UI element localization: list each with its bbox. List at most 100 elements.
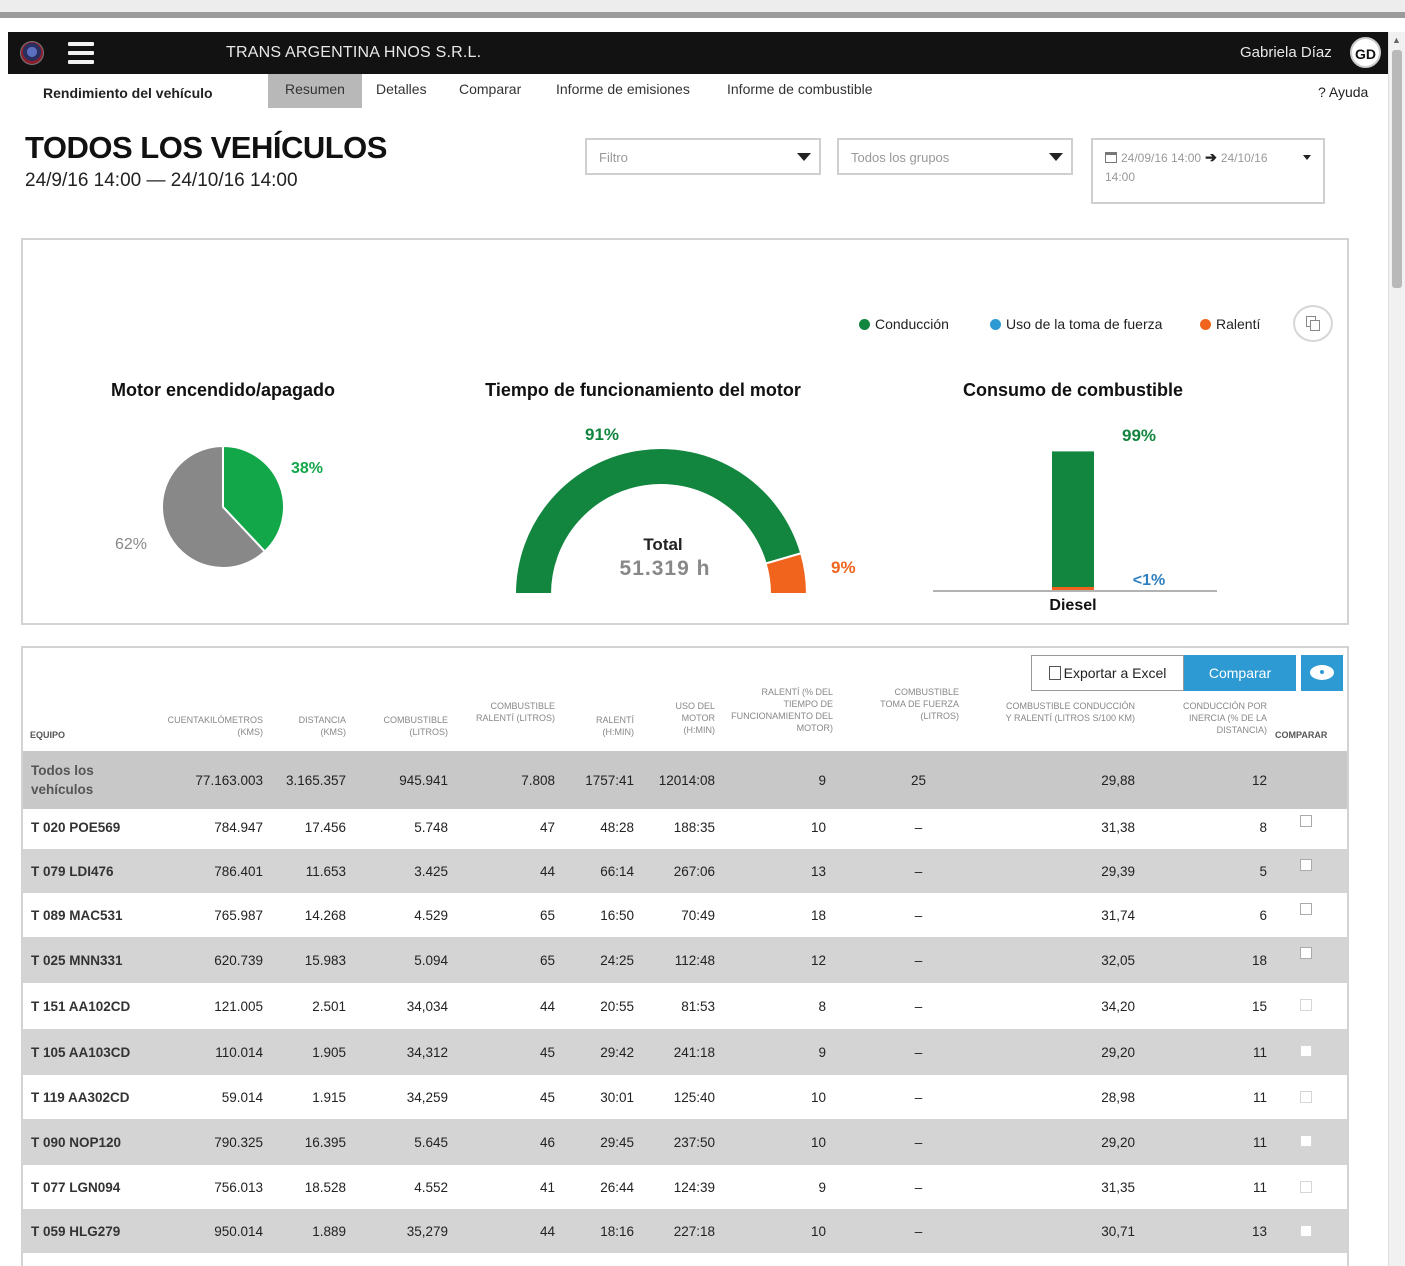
cell-uso-motor: 188:35 [673, 819, 715, 835]
page-date-range: 24/9/16 14:00 — 24/10/16 14:00 [25, 170, 298, 191]
bar-diesel-conduccion [1052, 451, 1094, 587]
cell-toma-fuerza: 25 [910, 772, 927, 788]
cell-toma-fuerza: – [914, 952, 923, 968]
cell-combustible-ralenti: 65 [539, 907, 555, 923]
cell-ralenti: 30:01 [600, 1089, 634, 1105]
tab-detalles[interactable]: Detalles [362, 74, 441, 108]
cell-conduccion-ralenti: 29,20 [1101, 1134, 1135, 1150]
cell-inercia: 11 [1252, 1044, 1267, 1060]
cell-ralenti: 1757:41 [585, 772, 634, 788]
brand-logo [20, 41, 44, 65]
cell-combustible: 4.529 [414, 907, 448, 923]
tab-informe-emisiones[interactable]: Informe de emisiones [542, 74, 704, 108]
export-excel-label: Exportar a Excel [1063, 665, 1167, 681]
compare-checkbox[interactable] [1300, 1091, 1312, 1103]
cell-ralenti-pct: 12 [810, 952, 826, 968]
cell-distancia: 11.653 [305, 863, 346, 879]
header-combustible-toma-fuerza: COMBUSTIBLE TOMA DE FUERZA (LITROS) [880, 687, 959, 721]
gauge-label-1: 9% [831, 558, 856, 577]
hamburger-menu-icon[interactable] [68, 42, 94, 64]
cell-ralenti: 24:25 [600, 952, 634, 968]
header-ralenti-pct: RALENTÍ (% DEL TIEMPO DE FUNCIONAMIENTO … [731, 687, 833, 733]
export-excel-button[interactable]: Exportar a Excel [1031, 655, 1184, 691]
user-name[interactable]: Gabriela Díaz [1240, 44, 1332, 61]
cell-uso-motor: 125:40 [673, 1089, 715, 1105]
cell-ralenti: 26:44 [600, 1179, 634, 1195]
cell-inercia: 6 [1259, 907, 1267, 923]
cell-uso-motor: 227:18 [673, 1223, 715, 1239]
compare-checkbox[interactable] [1300, 859, 1312, 871]
date-from: 24/09/16 14:00 [1121, 151, 1202, 165]
compare-checkbox[interactable] [1300, 903, 1312, 915]
table-row: T 079 LDI476 786.401 11.653 3.425 44 66:14 267… [23, 849, 1347, 893]
sub-navigation: Rendimiento del vehículo Resumen Detalle… [8, 74, 1388, 108]
help-link[interactable]: ? Ayuda [1318, 84, 1368, 100]
compare-checkbox[interactable] [1300, 1135, 1312, 1147]
tab-resumen[interactable]: Resumen [268, 74, 362, 108]
compare-checkbox[interactable] [1300, 1045, 1312, 1057]
cell-ralenti-pct: 9 [818, 772, 826, 788]
compare-checkbox[interactable] [1300, 1225, 1312, 1237]
cell-ralenti: 29:42 [600, 1044, 634, 1060]
cell-conduccion-ralenti: 32,05 [1101, 952, 1135, 968]
cell-ralenti: 48:28 [600, 819, 634, 835]
header-combustible: COMBUSTIBLE (LITROS) [383, 715, 448, 737]
cell-distancia: 2.501 [312, 998, 346, 1014]
scroll-up-icon[interactable]: ▲ [1392, 35, 1401, 45]
chevron-down-icon [1303, 155, 1311, 160]
compare-checkbox[interactable] [1300, 815, 1312, 827]
header-ralenti: RALENTÍ (H:MIN) [595, 715, 634, 737]
calendar-icon [1105, 152, 1117, 163]
cell-uso-motor: 112:48 [674, 952, 715, 968]
table-row: T 059 HLG279 950.014 1.889 35,279 44 18:16 227… [23, 1209, 1347, 1253]
visibility-button[interactable] [1301, 655, 1343, 691]
compare-checkbox[interactable] [1300, 1181, 1312, 1193]
tab-comparar[interactable]: Comparar [445, 74, 535, 108]
bar-category-label: Diesel [1049, 597, 1096, 614]
cell-distancia: 18.528 [304, 1179, 346, 1195]
gauge-label-0: 91% [585, 425, 619, 444]
compare-button[interactable]: Comparar [1184, 655, 1296, 691]
cell-ralenti: 66:14 [600, 863, 634, 879]
group-select[interactable]: Todos los grupos [837, 138, 1073, 175]
pie-label-0: 38% [291, 460, 323, 477]
table-row: T 089 MAC531 765.987 14.268 4.529 65 16:50 70:… [23, 893, 1347, 937]
scrollbar-thumb[interactable] [1392, 50, 1402, 288]
header-uso-motor: USO DEL MOTOR (H:MIN) [675, 701, 715, 735]
compare-checkbox[interactable] [1300, 947, 1312, 959]
date-range-picker[interactable]: 24/09/16 14:00 ➔ 24/10/16 14:00 [1091, 138, 1325, 204]
cell-cuentakilometros: 110.014 [215, 1044, 263, 1060]
cell-cuentakilometros: 790.325 [214, 1134, 263, 1150]
tab-informe-combustible[interactable]: Informe de combustible [713, 74, 887, 108]
cell-combustible: 4.552 [414, 1179, 448, 1195]
filter-select[interactable]: Filtro [585, 138, 821, 175]
user-avatar[interactable]: GD [1350, 37, 1381, 68]
cell-combustible: 34,034 [406, 998, 448, 1014]
vertical-scrollbar[interactable]: ▲ [1388, 32, 1405, 1266]
compare-checkbox[interactable] [1300, 999, 1312, 1011]
table-row: T 025 MNN331 620.739 15.983 5.094 65 24:25 112… [23, 937, 1347, 983]
cell-ralenti-pct: 9 [818, 1179, 826, 1195]
cell-ralenti-pct: 10 [810, 819, 826, 835]
date-to-time: 14:00 [1105, 170, 1136, 184]
pie-chart-motor: 38% 62% [115, 444, 323, 569]
cell-conduccion-ralenti: 31,74 [1101, 907, 1135, 923]
page-title: TODOS LOS VEHÍCULOS [25, 130, 387, 165]
cell-inercia: 11 [1252, 1134, 1267, 1150]
header-equipo: EQUIPO [30, 730, 66, 740]
cell-ralenti: 16:50 [600, 907, 634, 923]
cell-conduccion-ralenti: 34,20 [1101, 998, 1135, 1014]
cell-combustible-ralenti: 45 [539, 1089, 555, 1105]
cell-inercia: 5 [1259, 863, 1267, 879]
cell-ralenti-pct: 8 [818, 998, 826, 1014]
excel-icon [1048, 666, 1061, 680]
cell-cuentakilometros: 786.401 [214, 863, 263, 879]
cell-combustible: 5.094 [414, 952, 448, 968]
cell-uso-motor: 12014:08 [658, 772, 715, 788]
header-conduccion-inercia: CONDUCCIÓN POR INERCIA (% DE LA DISTANCI… [1182, 701, 1267, 735]
cell-toma-fuerza: – [914, 1179, 923, 1195]
header-combustible-conduccion: COMBUSTIBLE CONDUCCIÓN Y RALENTÍ (LITROS… [1005, 701, 1135, 723]
cell-equipo[interactable]: Todos los vehículos [31, 751, 111, 809]
cell-cuentakilometros: 620.739 [214, 952, 263, 968]
cell-combustible-ralenti: 44 [539, 1223, 555, 1239]
